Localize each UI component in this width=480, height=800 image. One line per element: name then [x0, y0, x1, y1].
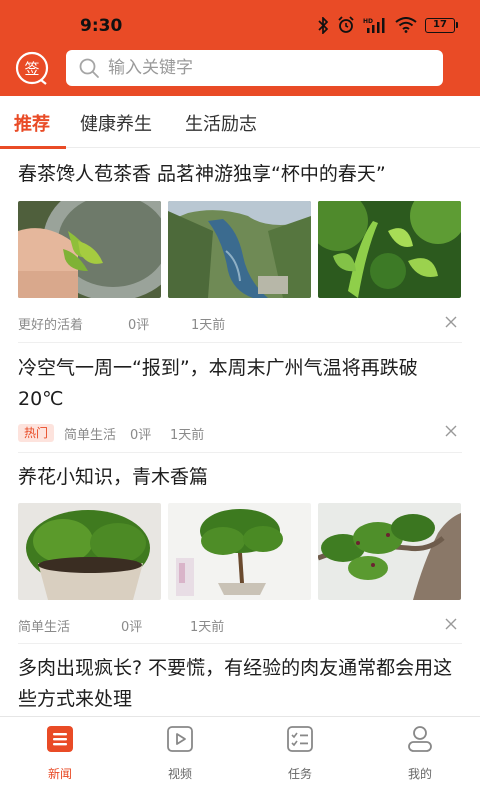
river-valley-image [168, 201, 311, 298]
article-meta: 热门 简单生活 0评 1天前 [18, 424, 462, 443]
video-icon [167, 726, 193, 752]
article-title[interactable]: 冷空气一周一“报到”，本周末广州气温将再跌破20℃ [18, 353, 462, 415]
nav-profile[interactable]: 我的 [385, 725, 455, 787]
status-time: 9:30 [80, 16, 123, 36]
article-card[interactable]: 多肉出现疯长? 不要慌，有经验的肉友通常都会用这些方式来处理 [0, 644, 480, 716]
search-box[interactable] [66, 50, 443, 86]
article-time: 1天前 [170, 428, 205, 443]
nav-task[interactable]: 任务 [265, 725, 335, 787]
article-title[interactable]: 春茶馋人苞茶香 品茗神游独享“杯中的春天” [18, 159, 462, 190]
article-meta: 简单生活 0评 1天前 [18, 616, 462, 635]
potted-plant-image [18, 503, 161, 600]
app-header: 9:30 HD 17 签 [0, 0, 480, 96]
news-icon [47, 726, 73, 752]
status-bar: 9:30 HD 17 [0, 0, 480, 46]
news-feed: 春茶馋人苞茶香 品茗神游独享“杯中的春天” 更好的活着 0评 1天前 冷空气一周… [0, 149, 480, 716]
article-time: 1天前 [191, 318, 226, 333]
status-icons: HD 17 [317, 16, 458, 34]
article-comments: 0评 [121, 620, 143, 635]
tab-life[interactable]: 生活励志 [185, 110, 257, 136]
article-card[interactable]: 冷空气一周一“报到”，本周末广州气温将再跌破20℃ 热门 简单生活 0评 1天前 [0, 343, 480, 455]
battery-level: 17 [433, 18, 447, 30]
nav-label: 我的 [407, 767, 432, 781]
wifi-icon [395, 17, 417, 33]
svg-text:签: 签 [24, 60, 39, 78]
profile-icon [408, 726, 432, 752]
close-icon[interactable] [444, 617, 458, 631]
tea-plants-image [318, 201, 461, 298]
article-title[interactable]: 多肉出现疯长? 不要慌，有经验的肉友通常都会用这些方式来处理 [18, 653, 462, 715]
bonsai-tree-image [168, 503, 311, 600]
nav-video[interactable]: 视频 [145, 725, 215, 787]
nav-label: 新闻 [47, 767, 72, 781]
alarm-icon [338, 16, 354, 33]
article-meta: 更好的活着 0评 1天前 [18, 314, 462, 333]
battery-icon: 17 [425, 17, 458, 33]
sign-icon: 签 [15, 51, 49, 85]
article-images [18, 201, 461, 298]
branch-closeup-image [318, 503, 461, 600]
sign-in-button[interactable]: 签 [14, 50, 50, 86]
article-source: 简单生活 [18, 620, 71, 635]
tab-recommend[interactable]: 推荐 [14, 110, 50, 136]
nav-label: 视频 [167, 767, 192, 781]
article-time: 1天前 [190, 620, 225, 635]
nav-label: 任务 [287, 767, 312, 781]
bluetooth-icon [318, 16, 329, 34]
article-comments: 0评 [130, 428, 152, 443]
tea-picking-image [18, 201, 161, 298]
article-card[interactable]: 养花小知识，青木香篇 简单生活 0评 1天前 [0, 453, 480, 643]
article-title[interactable]: 养花小知识，青木香篇 [18, 462, 462, 493]
tab-health[interactable]: 健康养生 [80, 110, 152, 136]
category-tabs: 推荐 健康养生 生活励志 [0, 96, 480, 148]
article-comments: 0评 [128, 318, 150, 333]
task-icon [287, 726, 313, 752]
svg-text:HD: HD [363, 18, 373, 25]
nav-news[interactable]: 新闻 [25, 725, 95, 787]
search-input[interactable] [108, 58, 408, 78]
hd-signal-icon: HD [363, 18, 385, 33]
close-icon[interactable] [444, 315, 458, 329]
search-icon [79, 58, 99, 78]
close-icon[interactable] [444, 424, 458, 438]
article-source: 简单生活 [64, 428, 117, 443]
article-source: 更好的活着 [18, 318, 84, 333]
article-images [18, 503, 461, 600]
article-card[interactable]: 春茶馋人苞茶香 品茗神游独享“杯中的春天” 更好的活着 0评 1天前 [0, 149, 480, 339]
bottom-nav: 新闻 视频 任务 我的 [0, 716, 480, 800]
hot-badge: 热门 [18, 424, 55, 442]
